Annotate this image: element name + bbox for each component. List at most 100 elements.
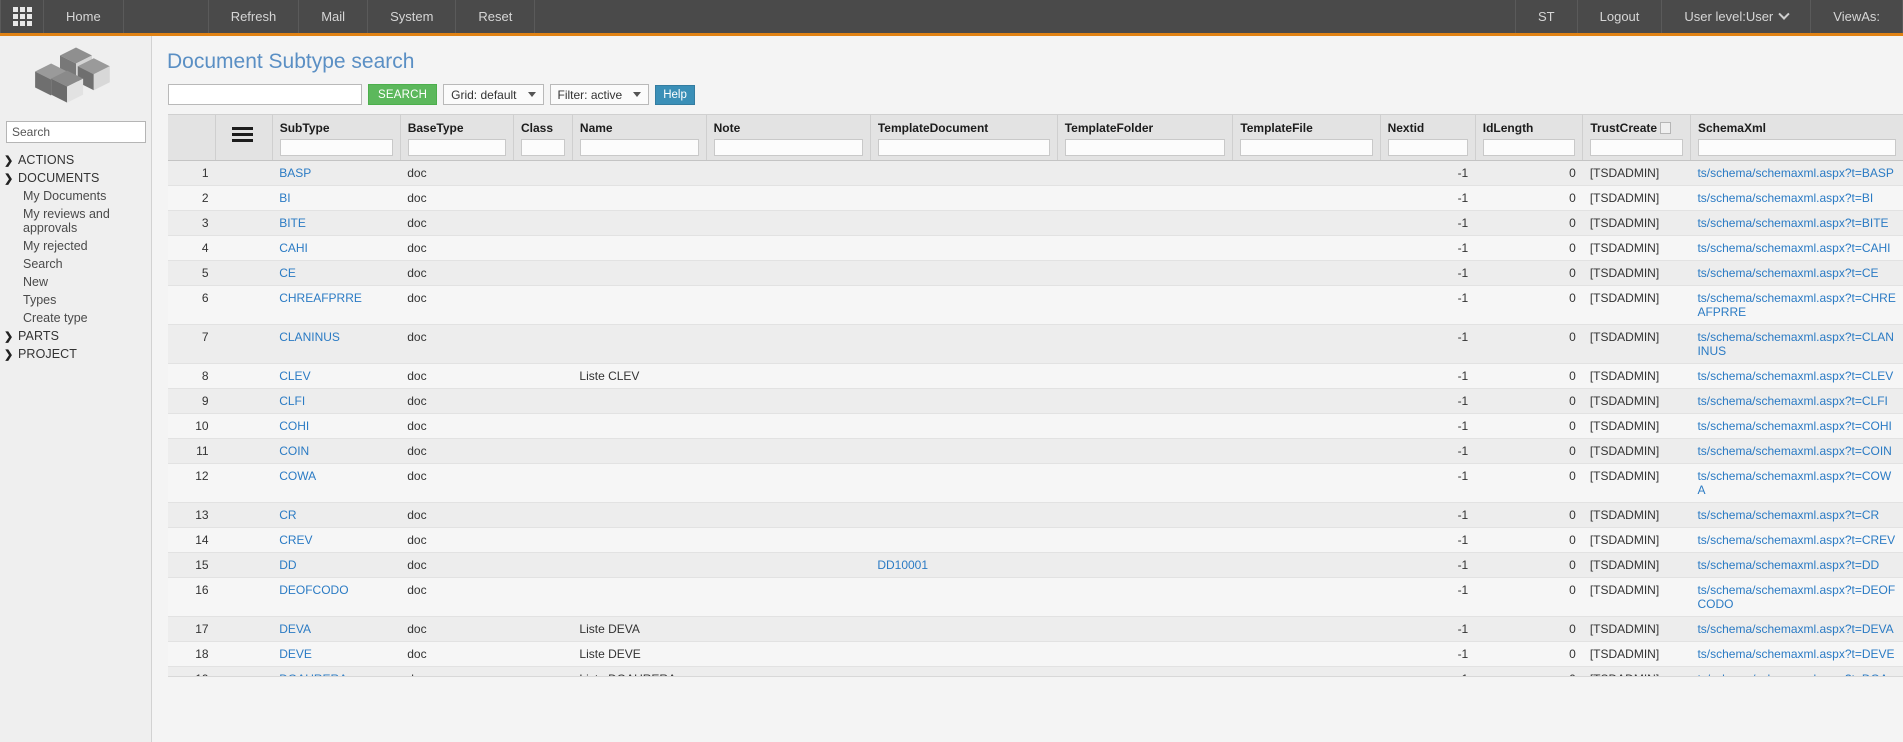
column-header-subtype[interactable]: SubType [272,115,401,161]
cell-subtype[interactable]: CLANINUS [272,324,401,364]
subtype-link[interactable]: CLFI [279,394,305,408]
search-button[interactable]: SEARCH [368,84,438,105]
cell-schemaxml[interactable]: ts/schema/schemaxml.aspx?t=CR [1690,502,1903,528]
cell-schemaxml[interactable]: ts/schema/schemaxml.aspx?t=BASP [1690,160,1903,186]
subtype-link[interactable]: COWA [279,469,316,483]
nav-user-level[interactable]: User level:User [1662,0,1812,33]
column-filter-input-basetype[interactable] [407,139,506,156]
table-row[interactable]: 16 DEOFCODO doc -1 0 [TSDADMIN] ts/schema/sche… [168,577,1903,617]
nav-logout[interactable]: Logout [1578,0,1663,33]
cell-schemaxml[interactable]: ts/schema/schemaxml.aspx?t=DOAURERA [1690,666,1903,676]
schemaxml-link[interactable]: ts/schema/schemaxml.aspx?t=CLANINUS [1697,330,1893,358]
column-filter-input-idlength[interactable] [1482,139,1576,156]
subtype-link[interactable]: CLEV [279,369,310,383]
schemaxml-link[interactable]: ts/schema/schemaxml.aspx?t=CHREAFPRRE [1697,291,1895,319]
subtype-link[interactable]: BI [279,191,290,205]
cell-subtype[interactable]: CHREAFPRRE [272,285,401,325]
subtype-link[interactable]: CHREAFPRRE [279,291,362,305]
schemaxml-link[interactable]: ts/schema/schemaxml.aspx?t=CR [1697,508,1879,522]
cell-schemaxml[interactable]: ts/schema/schemaxml.aspx?t=COIN [1690,438,1903,464]
sidebar-item-types[interactable]: Types [0,291,151,309]
subtype-link[interactable]: CREV [279,533,312,547]
table-row[interactable]: 17 DEVA doc Liste DEVA -1 0 [TSDADMIN] ts/schem… [168,616,1903,642]
column-header-templatefile[interactable]: TemplateFile [1232,115,1381,161]
cell-subtype[interactable]: DEOFCODO [272,577,401,617]
nav-view-as[interactable]: ViewAs: [1811,0,1903,33]
cell-templatedocument[interactable]: DD10001 [870,552,1058,578]
subtype-link[interactable]: DD [279,558,296,572]
cell-subtype[interactable]: CR [272,502,401,528]
grid-select[interactable]: Grid: default [443,84,544,105]
subtype-link[interactable]: DEOFCODO [279,583,348,597]
table-row[interactable]: 10 COHI doc -1 0 [TSDADMIN] ts/schema/schemaxm… [168,413,1903,439]
column-filter-input-nextid[interactable] [1387,139,1468,156]
sidebar-item-create-type[interactable]: Create type [0,309,151,327]
column-header-basetype[interactable]: BaseType [400,115,515,161]
column-header-class[interactable]: Class [513,115,573,161]
table-row[interactable]: 2 BI doc -1 0 [TSDADMIN] ts/schema/schemaxml.a… [168,185,1903,211]
grid-menu-icon[interactable] [232,127,272,142]
schemaxml-link[interactable]: ts/schema/schemaxml.aspx?t=CLEV [1697,369,1893,383]
sidebar-search-input[interactable]: Search [6,121,146,143]
nav-st[interactable]: ST [1516,0,1578,33]
subtype-link[interactable]: CLANINUS [279,330,340,344]
table-row[interactable]: 9 CLFI doc -1 0 [TSDADMIN] ts/schema/schemaxml… [168,388,1903,414]
cell-schemaxml[interactable]: ts/schema/schemaxml.aspx?t=BITE [1690,210,1903,236]
table-row[interactable]: 7 CLANINUS doc -1 0 [TSDADMIN] ts/schema/schem… [168,324,1903,364]
sidebar-item-search[interactable]: Search [0,255,151,273]
table-row[interactable]: 14 CREV doc -1 0 [TSDADMIN] ts/schema/schemaxm… [168,527,1903,553]
subtype-link[interactable]: COHI [279,419,309,433]
subtype-link[interactable]: DEVE [279,647,312,661]
table-row[interactable]: 1 BASP doc -1 0 [TSDADMIN] ts/schema/schemaxml… [168,160,1903,186]
cell-subtype[interactable]: BI [272,185,401,211]
cell-schemaxml[interactable]: ts/schema/schemaxml.aspx?t=CREV [1690,527,1903,553]
templatedocument-link[interactable]: DD10001 [877,558,928,572]
table-row[interactable]: 4 CAHI doc -1 0 [TSDADMIN] ts/schema/schemaxml… [168,235,1903,261]
cell-schemaxml[interactable]: ts/schema/schemaxml.aspx?t=CE [1690,260,1903,286]
schemaxml-link[interactable]: ts/schema/schemaxml.aspx?t=COIN [1697,444,1891,458]
schemaxml-link[interactable]: ts/schema/schemaxml.aspx?t=CREV [1697,533,1895,547]
column-filter-input-subtype[interactable] [279,139,393,156]
schemaxml-link[interactable]: ts/schema/schemaxml.aspx?t=DEVA [1697,622,1893,636]
schemaxml-link[interactable]: ts/schema/schemaxml.aspx?t=CE [1697,266,1878,280]
column-header-name[interactable]: Name [572,115,707,161]
schemaxml-link[interactable]: ts/schema/schemaxml.aspx?t=CLFI [1697,394,1887,408]
cell-subtype[interactable]: DEVE [272,641,401,667]
table-row[interactable]: 6 CHREAFPRRE doc -1 0 [TSDADMIN] ts/schema/sch… [168,285,1903,325]
apps-grid-button[interactable] [0,0,44,33]
table-row[interactable]: 18 DEVE doc Liste DEVE -1 0 [TSDADMIN] ts/schem… [168,641,1903,667]
table-row[interactable]: 3 BITE doc -1 0 [TSDADMIN] ts/schema/schemaxml… [168,210,1903,236]
cell-subtype[interactable]: CREV [272,527,401,553]
schemaxml-link[interactable]: ts/schema/schemaxml.aspx?t=DEOFCODO [1697,583,1895,611]
table-row[interactable]: 12 COWA doc -1 0 [TSDADMIN] ts/schema/schemaxm… [168,463,1903,503]
cell-subtype[interactable]: CLFI [272,388,401,414]
nav-mail[interactable]: Mail [299,0,369,33]
cell-schemaxml[interactable]: ts/schema/schemaxml.aspx?t=CLANINUS [1690,324,1903,364]
cell-subtype[interactable]: DOAURERA [272,666,401,676]
schemaxml-link[interactable]: ts/schema/schemaxml.aspx?t=DEVE [1697,647,1894,661]
column-header-trustcreate[interactable]: TrustCreate [1582,115,1691,161]
subtype-link[interactable]: CAHI [279,241,308,255]
table-row[interactable]: 8 CLEV doc Liste CLEV -1 0 [TSDADMIN] ts/schema… [168,363,1903,389]
sidebar-group-parts[interactable]: ❯ PARTS [0,327,151,345]
column-filter-input-note[interactable] [713,139,863,156]
cell-schemaxml[interactable]: ts/schema/schemaxml.aspx?t=CHREAFPRRE [1690,285,1903,325]
cell-schemaxml[interactable]: ts/schema/schemaxml.aspx?t=COHI [1690,413,1903,439]
data-grid-container[interactable]: SubType BaseType Class Name Note TemplateDocu… [168,114,1903,676]
column-filter-input-name[interactable] [579,139,699,156]
cell-schemaxml[interactable]: ts/schema/schemaxml.aspx?t=COWA [1690,463,1903,503]
search-input[interactable] [168,84,362,105]
sidebar-item-my-reviews-and-approvals[interactable]: My reviews and approvals [0,205,151,237]
table-row[interactable]: 15 DD doc DD10001 -1 0 [TSDADMIN] ts/schema/sch… [168,552,1903,578]
filter-select[interactable]: Filter: active [549,84,650,105]
cell-schemaxml[interactable]: ts/schema/schemaxml.aspx?t=DD [1690,552,1903,578]
subtype-link[interactable]: BASP [279,166,311,180]
schemaxml-link[interactable]: ts/schema/schemaxml.aspx?t=DOAURERA [1697,672,1887,676]
schemaxml-link[interactable]: ts/schema/schemaxml.aspx?t=BASP [1697,166,1893,180]
sidebar-item-new[interactable]: New [0,273,151,291]
nav-reset[interactable]: Reset [456,0,536,33]
schemaxml-link[interactable]: ts/schema/schemaxml.aspx?t=COWA [1697,469,1891,497]
cell-subtype[interactable]: COIN [272,438,401,464]
column-filter-input-templatedocument[interactable] [877,139,1050,156]
column-header-templatedocument[interactable]: TemplateDocument [870,115,1058,161]
